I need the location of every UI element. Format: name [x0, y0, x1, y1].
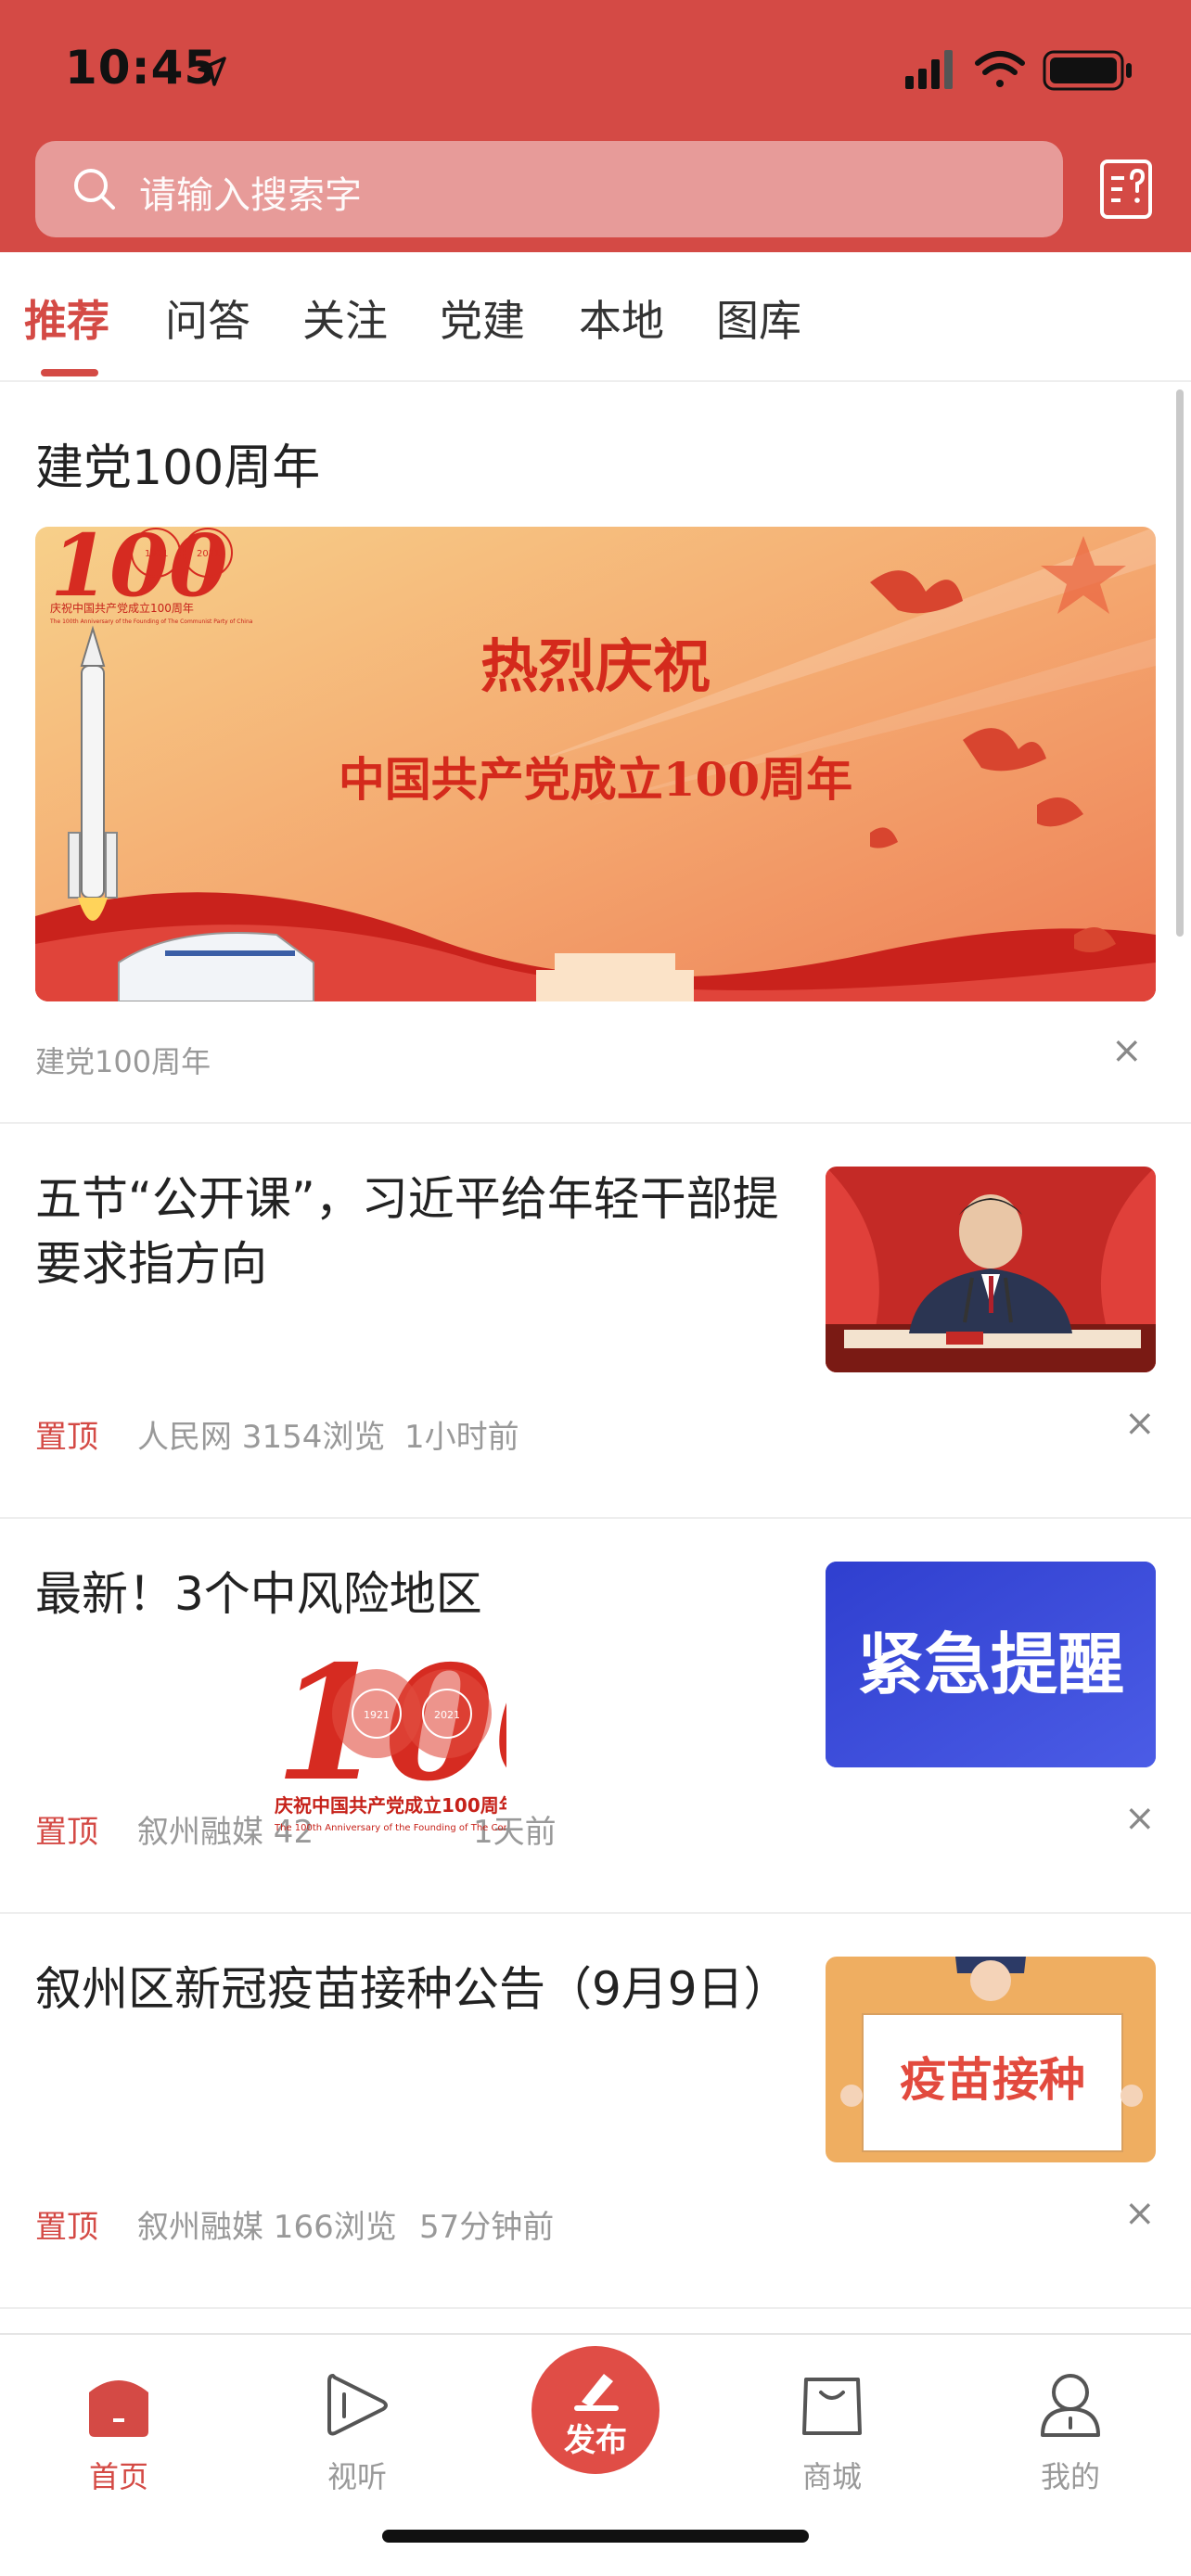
header-bar: 10:45 请输入搜索字 [0, 0, 1191, 252]
pen-icon [574, 2374, 619, 2411]
logo-year-right: 2021 [197, 549, 220, 559]
status-time: 10:45 [65, 41, 218, 95]
pinned-tag: 置顶 [35, 2209, 98, 2246]
nav-profile[interactable]: 我的 [1005, 2353, 1135, 2494]
publish-label: 发布 [564, 2422, 627, 2459]
article-source-views: 人民网 3154浏览 [137, 1419, 386, 1456]
overlay-year-right: 2021 [434, 1709, 460, 1721]
tab-recommend[interactable]: 推荐 [24, 287, 109, 349]
status-icons [905, 50, 1132, 91]
scrollbar[interactable] [1176, 389, 1184, 937]
question-list-icon[interactable] [1098, 158, 1154, 221]
tab-qa[interactable]: 问答 [165, 287, 250, 349]
nav-mall[interactable]: 商城 [767, 2353, 897, 2494]
news-card[interactable]: 五节“公开课”，习近平给年轻干部提要求指方向 置顶 人民网 3154浏览 1小时… [0, 1124, 1191, 1517]
search-placeholder: 请输入搜索字 [139, 174, 362, 217]
article-source-views: 叙州融媒 166浏览 [137, 2209, 397, 2246]
news-card[interactable]: 叙州区新冠疫苗接种公告（9月9日） 疫苗接种 置顶 叙州融媒 166浏览 57分… [0, 1914, 1191, 2307]
nav-label: 首页 [88, 2459, 148, 2494]
tab-gallery[interactable]: 图库 [716, 287, 801, 349]
overlay-year-left: 1921 [364, 1709, 390, 1721]
wifi-icon [975, 51, 1025, 87]
logo-caption: 庆祝中国共产党成立100周年 [50, 601, 194, 615]
app-screen: 10:45 请输入搜索字 推荐 问答 关注 党建 本地 图库 建党100周年 1… [0, 0, 1191, 2576]
shopping-bag-icon [802, 2378, 862, 2435]
play-icon [327, 2374, 388, 2436]
nav-label: 视听 [327, 2459, 387, 2494]
banner-caption: 建党100周年 [35, 1044, 211, 1079]
overlay-caption: 庆祝中国共产党成立100周年 [275, 1794, 506, 1817]
centenary-logo: 100 1921 2021 庆祝中国共产党成立100周年 The 100th A… [49, 527, 253, 625]
logo-caption-en: The 100th Anniversary of the Founding of… [49, 618, 253, 625]
banner-line2: 中国共产党成立100周年 [339, 752, 852, 807]
nav-media[interactable]: 视听 [292, 2353, 422, 2494]
vaccine-thumbnail-image: 疫苗接种 [826, 1957, 1156, 2162]
nav-label: 我的 [1040, 2459, 1100, 2494]
centenary-logo-overlay: 100 1921 2021 庆祝中国共产党成立100周年 The 100th A… [275, 1639, 506, 1833]
divider [0, 2307, 1191, 2309]
article-thumbnail[interactable]: 紧急提醒 [826, 1562, 1156, 1767]
dismiss-article-close-icon[interactable]: × [1124, 1402, 1156, 1445]
banner-line1: 热烈庆祝 [480, 632, 711, 700]
logo-year-left: 1921 [145, 549, 168, 559]
search-input[interactable]: 请输入搜索字 [35, 141, 1063, 237]
article-time: 57分钟前 [419, 2209, 555, 2246]
dismiss-article-close-icon[interactable]: × [1124, 2192, 1156, 2235]
tab-local[interactable]: 本地 [579, 287, 664, 349]
category-tabs: 推荐 问答 关注 党建 本地 图库 [0, 252, 1191, 382]
signal-icon [905, 50, 953, 89]
article-thumbnail[interactable] [826, 1167, 1156, 1372]
overlay-caption-en: The 100th Anniversary of the Founding of… [275, 1823, 506, 1833]
nav-label: 商城 [801, 2459, 862, 2494]
tab-follow[interactable]: 关注 [302, 287, 388, 349]
home-icon [89, 2380, 148, 2437]
article-title[interactable]: 五节“公开课”，习近平给年轻干部提要求指方向 [35, 1167, 796, 1296]
pinned-tag: 置顶 [35, 1419, 98, 1456]
news-card[interactable]: 最新！3个中风险地区 紧急提醒 置顶 叙州融媒 42 1天前 × 1921 20… [0, 1519, 1191, 1912]
speaker-photo-image [826, 1167, 1156, 1372]
section-title: 建党100周年 [35, 440, 321, 496]
feature-banner[interactable]: 100 1921 2021 庆祝中国共产党成立100周年 The 100th A… [35, 527, 1156, 1001]
article-title[interactable]: 叙州区新冠疫苗接种公告（9月9日） [35, 1957, 796, 2021]
dismiss-feature-close-icon[interactable]: × [1111, 1029, 1143, 1072]
article-thumbnail[interactable]: 疫苗接种 [826, 1957, 1156, 2162]
home-indicator[interactable] [382, 2530, 809, 2543]
article-title[interactable]: 最新！3个中风险地区 [35, 1562, 796, 1626]
location-arrow-icon [198, 57, 226, 86]
publish-button[interactable]: 发布 [531, 2346, 660, 2474]
nav-home[interactable]: 首页 [54, 2353, 184, 2494]
alert-thumb-text: 紧急提醒 [857, 1626, 1124, 1703]
alert-thumbnail-image: 紧急提醒 [826, 1562, 1156, 1767]
dismiss-article-close-icon[interactable]: × [1124, 1797, 1156, 1840]
banner-artwork: 100 1921 2021 庆祝中国共产党成立100周年 The 100th A… [35, 527, 1156, 1001]
user-icon [1041, 2374, 1100, 2437]
article-time: 1小时前 [404, 1419, 519, 1456]
active-tab-indicator [41, 369, 98, 376]
tab-party-building[interactable]: 党建 [440, 287, 525, 349]
battery-icon [1043, 50, 1132, 91]
news-feed[interactable]: 建党100周年 100 1921 2021 庆祝中国共产党成立100周年 The… [0, 382, 1191, 2333]
pinned-tag: 置顶 [35, 1814, 98, 1851]
search-icon [74, 169, 115, 210]
vaccine-thumb-text: 疫苗接种 [900, 2053, 1085, 2107]
